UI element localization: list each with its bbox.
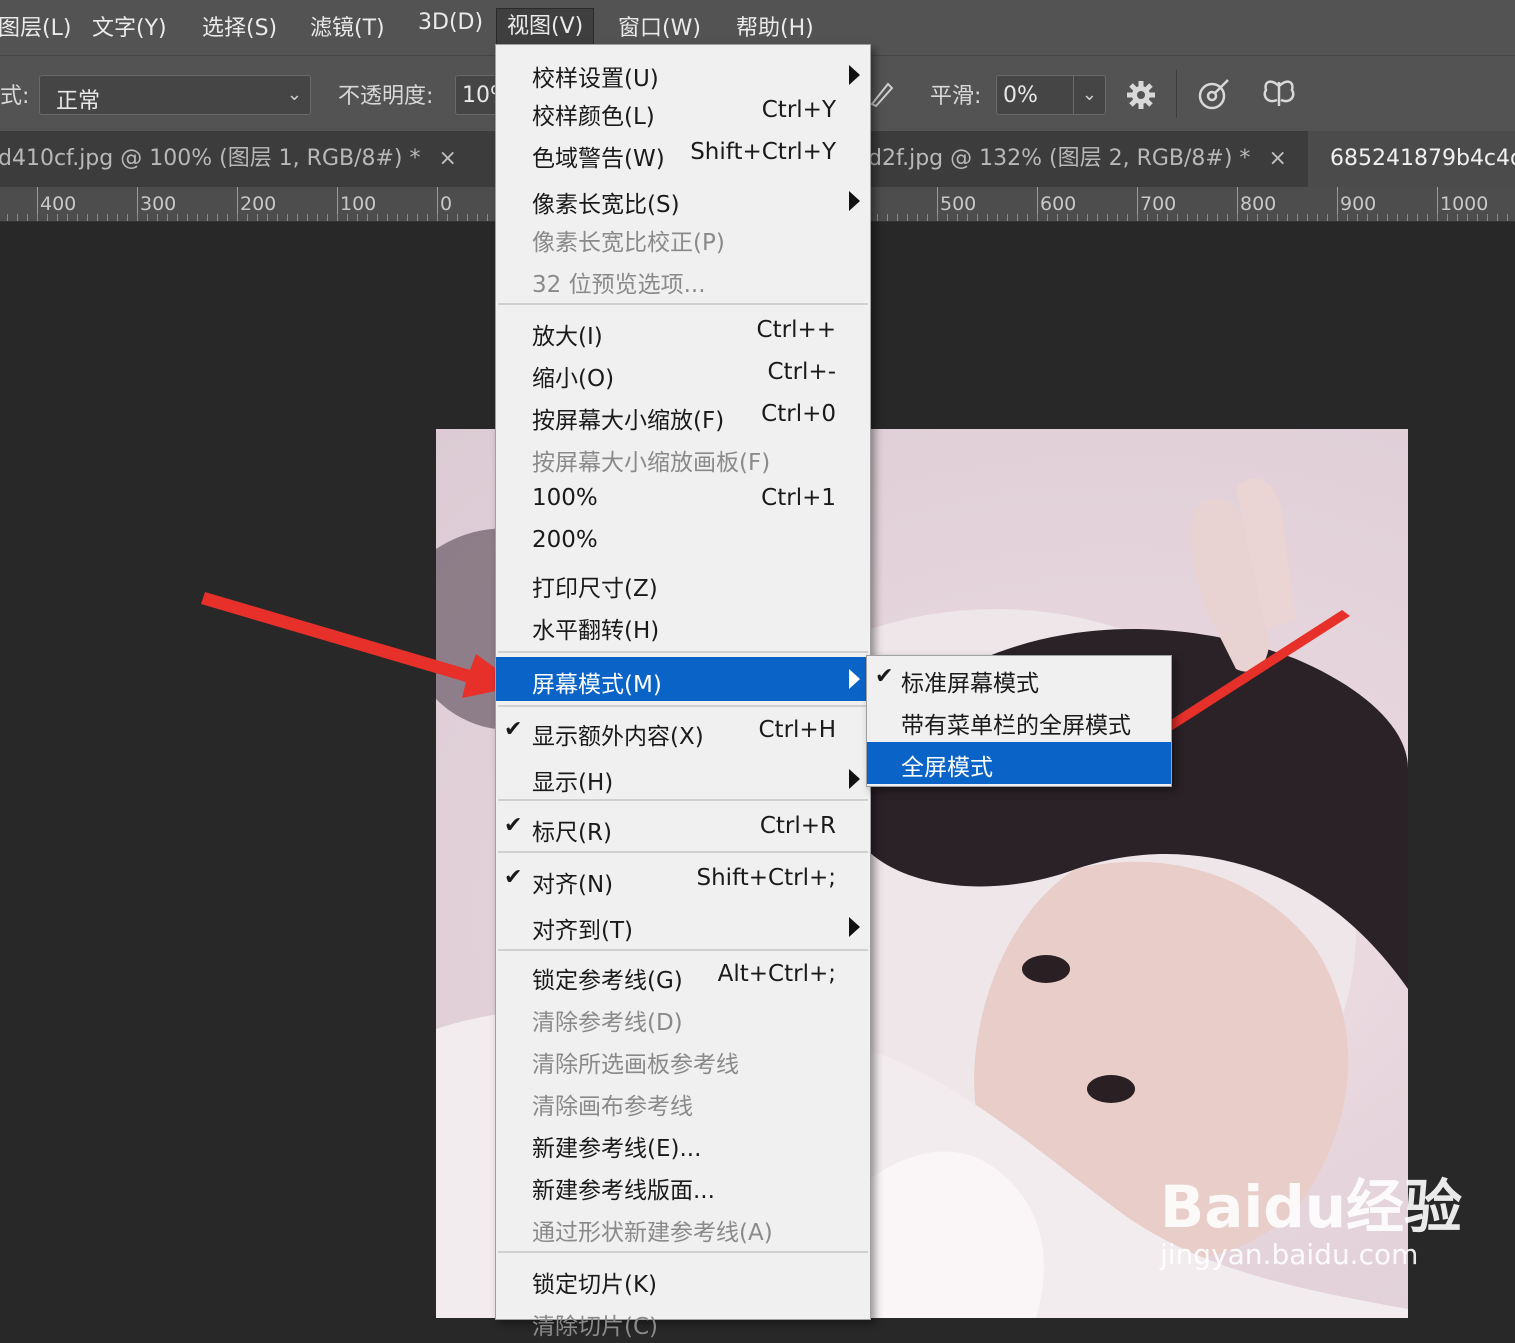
menu-item-fit-screen[interactable]: 按屏幕大小缩放(F) Ctrl+0 [496, 395, 870, 437]
menu-item-flip-horizontal[interactable]: 水平翻转(H) [496, 605, 870, 647]
submenu-arrow-icon [849, 917, 860, 937]
menu-item-pixel-aspect-ratio[interactable]: 像素长宽比(S) [496, 179, 870, 221]
baidu-watermark: Baidu经验 jingyan.baidu.com [1160, 1160, 1462, 1271]
menu-separator [498, 303, 868, 305]
menu-item-guides-from-shape[interactable]: 通过形状新建参考线(A) [496, 1207, 870, 1249]
submenu-arrow-icon [849, 669, 860, 689]
menu-separator [498, 949, 868, 951]
menu-item-snap[interactable]: ✔ 对齐(N) Shift+Ctrl+; [496, 859, 870, 901]
submenu-arrow-icon [849, 191, 860, 211]
menu-item-new-guide[interactable]: 新建参考线(E)... [496, 1123, 870, 1165]
menu-item-32bit-preview[interactable]: 32 位预览选项... [496, 259, 870, 301]
menu-item-show-extras[interactable]: ✔ 显示额外内容(X) Ctrl+H [496, 711, 870, 753]
checkmark-icon: ✔ [504, 717, 523, 742]
menu-item-fit-artboard[interactable]: 按屏幕大小缩放画板(F) [496, 437, 870, 479]
red-arrow-left [201, 592, 520, 698]
submenu-arrow-icon [849, 65, 860, 85]
menu-item-proof-setup[interactable]: 校样设置(U) [496, 53, 870, 95]
menu-item-print-size[interactable]: 打印尺寸(Z) [496, 563, 870, 605]
menu-item-new-guide-layout[interactable]: 新建参考线版面... [496, 1165, 870, 1207]
menu-separator [498, 705, 868, 707]
menu-separator [498, 851, 868, 853]
menu-item-fullscreen-with-menubar[interactable]: 带有菜单栏的全屏模式 [867, 700, 1171, 742]
checkmark-icon: ✔ [875, 664, 894, 689]
view-menu: 校样设置(U) 校样颜色(L) Ctrl+Y 色域警告(W) Shift+Ctrl+… [495, 44, 871, 1340]
checkmark-icon: ✔ [504, 813, 523, 838]
menu-item-200-percent[interactable]: 200% [496, 521, 870, 563]
menu-item-zoom-in[interactable]: 放大(I) Ctrl++ [496, 311, 870, 353]
menu-item-show[interactable]: 显示(H) [496, 757, 870, 799]
menu-item-gamut-warning[interactable]: 色域警告(W) Shift+Ctrl+Y [496, 133, 870, 175]
menu-item-proof-colors[interactable]: 校样颜色(L) Ctrl+Y [496, 91, 870, 133]
menu-item-zoom-out[interactable]: 缩小(O) Ctrl+- [496, 353, 870, 395]
submenu-arrow-icon [849, 769, 860, 789]
checkmark-icon: ✔ [504, 865, 523, 890]
menu-separator [498, 799, 868, 801]
menu-item-clear-canvas-guides[interactable]: 清除画布参考线 [496, 1081, 870, 1123]
menu-item-snap-to[interactable]: 对齐到(T) [496, 905, 870, 947]
menu-separator [498, 651, 868, 653]
menu-item-clear-artboard-guides[interactable]: 清除所选画板参考线 [496, 1039, 870, 1081]
watermark-url: jingyan.baidu.com [1160, 1238, 1419, 1271]
menu-item-100-percent[interactable]: 100% Ctrl+1 [496, 479, 870, 521]
menu-item-standard-screen-mode[interactable]: ✔ 标准屏幕模式 [867, 658, 1171, 700]
menu-item-fullscreen-mode[interactable]: 全屏模式 [867, 742, 1171, 784]
menu-separator [498, 1251, 868, 1253]
menu-item-clear-guides[interactable]: 清除参考线(D) [496, 997, 870, 1039]
menu-item-screen-mode[interactable]: 屏幕模式(M) [496, 657, 870, 701]
menu-item-pixel-aspect-correction[interactable]: 像素长宽比校正(P) [496, 217, 870, 259]
menu-item-lock-slices[interactable]: 锁定切片(K) [496, 1259, 870, 1301]
screen-mode-submenu: ✔ 标准屏幕模式 带有菜单栏的全屏模式 全屏模式 [866, 655, 1172, 787]
watermark-logo: Baidu经验 [1160, 1173, 1463, 1241]
menu-item-clear-slices[interactable]: 清除切片(C) [496, 1301, 870, 1343]
menu-item-rulers[interactable]: ✔ 标尺(R) Ctrl+R [496, 807, 870, 849]
menu-item-lock-guides[interactable]: 锁定参考线(G) Alt+Ctrl+; [496, 955, 870, 997]
